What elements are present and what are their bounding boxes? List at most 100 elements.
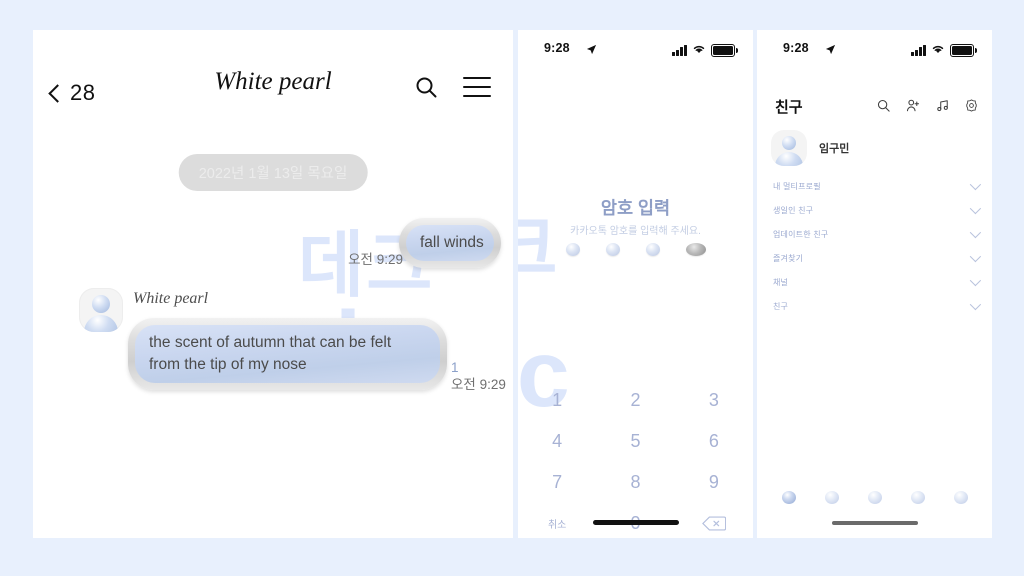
message-text: fall winds	[406, 225, 494, 261]
chevron-down-icon	[969, 274, 982, 287]
passcode-dot-3	[645, 243, 660, 256]
avatar-head-shape	[782, 136, 796, 150]
chevron-down-icon	[969, 178, 982, 191]
digit-key-8[interactable]: 8	[596, 470, 674, 494]
status-bar-time: 9:28	[783, 41, 809, 55]
message-bubble-sent[interactable]: fall winds	[399, 218, 501, 268]
avatar[interactable]	[79, 288, 123, 332]
digit-key-4[interactable]: 4	[518, 429, 596, 453]
home-indicator	[592, 520, 679, 525]
chevron-down-icon	[969, 250, 982, 263]
backspace-key[interactable]	[675, 511, 753, 535]
message-text: the scent of autumn that can be felt fro…	[135, 325, 440, 383]
add-friend-icon[interactable]	[906, 99, 920, 117]
status-bar: 9:28	[757, 30, 992, 62]
page-title: 친구	[775, 99, 803, 116]
friends-section-list: 내 멀티프로필생일인 친구업데이트한 친구즐겨찾기채널친구	[757, 174, 992, 318]
battery-full-icon	[711, 43, 738, 57]
search-icon[interactable]	[415, 76, 437, 98]
chevron-down-icon	[969, 226, 982, 239]
passcode-title: 암호 입력	[600, 198, 671, 218]
key-label: 취소	[547, 519, 567, 531]
backspace-icon	[701, 515, 726, 531]
status-bar: 9:28	[518, 30, 753, 62]
battery-full-icon	[950, 43, 977, 57]
friends-panel: 9:28 친구 임구민 내 멀티프로필 생일인 친구 업데이트한 친구 즐겨찾기…	[757, 30, 992, 538]
screenshot-stage: 28 White pearl 2022년 1월 13일 목요일 데크 abc f…	[0, 0, 1024, 576]
cancel-key[interactable]: 취소	[518, 511, 596, 535]
list-item-label: 생일인 친구	[773, 205, 814, 215]
list-item[interactable]: 즐겨찾기	[757, 246, 992, 270]
avatar-head-shape	[92, 295, 110, 313]
list-item[interactable]: 생일인 친구	[757, 198, 992, 222]
list-item-label: 친구	[773, 301, 789, 311]
digit-key-1[interactable]: 1	[518, 388, 596, 412]
key-label: 1	[552, 389, 563, 410]
passcode-keypad[interactable]: 123456789취소0	[518, 388, 753, 535]
key-label: 4	[552, 430, 563, 451]
digit-key-9[interactable]: 9	[675, 470, 753, 494]
tab-shopping[interactable]	[910, 491, 925, 504]
home-indicator	[831, 521, 918, 525]
passcode-dot-2	[605, 243, 620, 256]
chevron-down-icon	[969, 202, 982, 215]
sender-name: White pearl	[133, 290, 209, 307]
message-time-sent: 오전 9:29	[348, 252, 403, 267]
search-icon[interactable]	[877, 99, 890, 117]
passcode-dots	[518, 243, 753, 256]
list-item[interactable]: 친구	[757, 294, 992, 318]
bottom-tab-bar[interactable]	[757, 491, 992, 504]
profile-name: 임구민	[819, 143, 850, 155]
key-label: 8	[630, 471, 641, 492]
tab-more[interactable]	[953, 491, 968, 504]
chat-header: 28 White pearl	[33, 30, 513, 116]
message-meta-received: 1 오전 9:29	[451, 360, 506, 394]
key-label: 5	[630, 430, 641, 451]
avatar-body-shape	[775, 152, 803, 166]
key-label: 9	[708, 471, 719, 492]
wifi-icon	[692, 41, 706, 59]
hamburger-menu-icon[interactable]	[463, 77, 491, 97]
avatar-body-shape	[84, 315, 118, 332]
chat-panel: 28 White pearl 2022년 1월 13일 목요일 데크 abc f…	[33, 30, 513, 538]
settings-gear-icon[interactable]	[965, 99, 978, 117]
chevron-down-icon	[969, 298, 982, 311]
unread-count: 1	[451, 360, 459, 375]
key-label: 6	[708, 430, 719, 451]
tab-friends[interactable]	[781, 491, 796, 504]
passcode-panel: 9:28 데크 abc 암호 입력 카카오톡 암호를 입력해 주세요.	[518, 30, 753, 538]
passcode-subtitle: 카카오톡 암호를 입력해 주세요.	[570, 226, 701, 237]
cellular-signal-icon	[672, 44, 687, 56]
digit-key-2[interactable]: 2	[596, 388, 674, 412]
list-item-label: 채널	[773, 277, 789, 287]
music-note-icon[interactable]	[936, 99, 949, 117]
tab-open-chat[interactable]	[867, 491, 882, 504]
tab-chats[interactable]	[824, 491, 839, 504]
message-time-received: 오전 9:29	[451, 377, 506, 392]
location-arrow-icon	[586, 42, 597, 60]
list-item[interactable]: 업데이트한 친구	[757, 222, 992, 246]
passcode-dot-4	[685, 243, 706, 256]
chat-header-actions	[415, 76, 491, 98]
friends-header-actions	[877, 99, 978, 117]
key-label: 7	[552, 471, 563, 492]
status-bar-indicators	[911, 41, 977, 59]
cellular-signal-icon	[911, 44, 926, 56]
list-item-label: 업데이트한 친구	[773, 229, 829, 239]
digit-key-6[interactable]: 6	[675, 429, 753, 453]
date-divider: 2022년 1월 13일 목요일	[178, 154, 368, 191]
digit-key-5[interactable]: 5	[596, 429, 674, 453]
wifi-icon	[931, 41, 945, 59]
digit-key-7[interactable]: 7	[518, 470, 596, 494]
key-label: 2	[630, 389, 641, 410]
passcode-dot-1	[565, 243, 580, 256]
status-bar-time: 9:28	[544, 41, 570, 55]
list-item[interactable]: 채널	[757, 270, 992, 294]
status-bar-indicators	[672, 41, 738, 59]
message-bubble-received[interactable]: the scent of autumn that can be felt fro…	[128, 318, 447, 390]
list-item-label: 즐겨찾기	[773, 253, 804, 263]
digit-key-3[interactable]: 3	[675, 388, 753, 412]
profile-row[interactable]: 임구민	[771, 130, 849, 166]
list-item[interactable]: 내 멀티프로필	[757, 174, 992, 198]
location-arrow-icon	[825, 42, 836, 60]
